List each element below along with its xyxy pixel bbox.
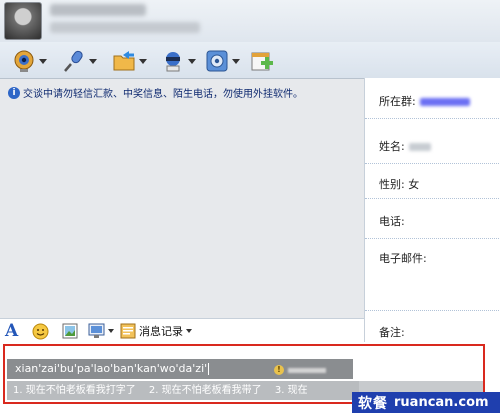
gender-value: 女 [408,178,420,191]
watermark-cn: 软餐 [358,395,388,412]
watermark-logo: 软餐 ruancan.com [352,392,500,413]
note-row: 备注: [379,324,405,340]
send-file-icon [113,51,135,71]
history-label: 消息记录 [139,325,183,338]
input-toolbar: A 消息记录 [0,318,364,342]
group-label: 所在群: [379,95,416,108]
screen-capture-icon [88,323,105,338]
send-file-button[interactable] [112,48,147,74]
chevron-down-icon[interactable] [188,58,196,64]
phone-label: 电话: [379,215,405,228]
divider [365,198,500,199]
ime-candidate[interactable]: 3. 现在 [275,385,308,396]
security-notice: i 交谈中请勿轻信汇款、中奖信息、陌生电话，勿使用外挂软件。 [8,85,358,100]
webcam-button[interactable] [12,48,47,74]
picture-icon [62,323,78,339]
webcam-icon [14,50,34,72]
name-row: 姓名: [379,138,431,154]
chevron-down-icon[interactable] [108,329,114,333]
ime-candidate[interactable]: 1. 现在不怕老板看我打字了 [13,385,136,396]
ime-hint-redacted [288,367,326,373]
chevron-down-icon[interactable] [139,58,147,64]
group-link-redacted[interactable] [419,98,470,106]
history-button[interactable]: 消息记录 [120,322,192,340]
emoticon-button[interactable] [32,322,49,340]
phone-row: 电话: [379,213,405,229]
emoticon-icon [32,323,49,339]
security-notice-text: 交谈中请勿轻信汇款、中奖信息、陌生电话，勿使用外挂软件。 [23,89,303,100]
voice-button[interactable] [62,48,97,74]
app-settings-icon [206,50,228,72]
font-icon: A [5,321,19,341]
ime-candidate-list: 1. 现在不怕老板看我打字了 2. 现在不怕老板看我带了 3. 现在 [7,381,359,400]
chevron-down-icon[interactable] [232,58,240,64]
name-label: 姓名: [379,140,405,153]
contact-info-panel: 所在群: 姓名: 性别: 女 电话: 电子邮件: 备注: [364,78,500,344]
ime-composition-text: xian'zai'bu'pa'lao'ban'kan'wo'da'zi' [15,362,208,375]
main-toolbar [0,42,500,78]
note-label: 备注: [379,326,405,339]
chevron-down-icon[interactable] [186,329,192,333]
warning-icon: ! [274,365,284,375]
email-label: 电子邮件: [379,252,427,265]
chevron-down-icon[interactable] [39,58,47,64]
title-bar [0,0,500,42]
agent-button[interactable] [161,48,196,74]
history-icon [120,323,136,339]
email-row: 电子邮件: [379,250,427,266]
ime-candidate[interactable]: 2. 现在不怕老板看我带了 [149,385,262,396]
contact-signature-redacted [50,22,200,33]
divider [365,238,500,239]
gender-label: 性别: [379,178,405,191]
contact-avatar[interactable] [4,2,42,40]
gender-row: 性别: 女 [379,176,419,192]
add-app-icon [251,52,273,71]
microphone-icon [64,50,83,72]
group-row: 所在群: [379,93,470,109]
divider [365,118,500,119]
watermark-en: ruancan.com [394,395,489,410]
name-value-redacted [408,143,431,151]
picture-button[interactable] [62,322,78,340]
text-cursor [208,363,210,375]
chevron-down-icon[interactable] [89,58,97,64]
app-settings-button[interactable] [205,48,240,74]
chat-history-area[interactable]: i 交谈中请勿轻信汇款、中奖信息、陌生电话，勿使用外挂软件。 [0,78,364,318]
contact-name-redacted [50,4,146,16]
divider [365,163,500,164]
ime-hint: ! [274,365,326,375]
info-icon: i [8,86,20,99]
font-button[interactable]: A [5,321,19,341]
add-app-button[interactable] [250,48,274,74]
screen-capture-button[interactable] [88,322,114,340]
divider [365,310,500,311]
agent-icon [166,52,180,72]
